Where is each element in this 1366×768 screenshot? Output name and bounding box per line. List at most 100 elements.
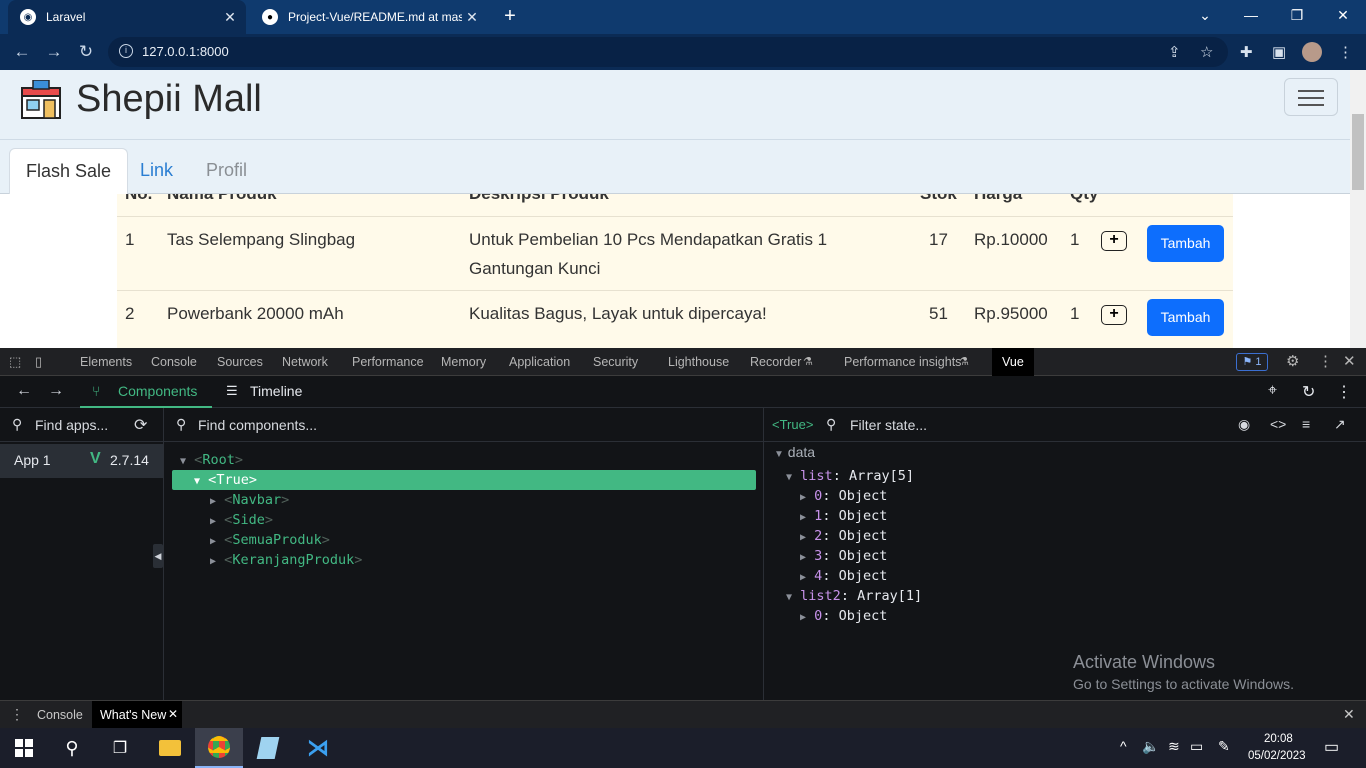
filter-state-input[interactable]: Filter state...: [850, 417, 927, 433]
settings-gear-icon[interactable]: ⚙: [1286, 348, 1299, 376]
search-icon[interactable]: ⚲: [48, 728, 96, 768]
external-link-icon[interactable]: ↗: [1334, 416, 1346, 433]
scrollbar-thumb[interactable]: [1352, 114, 1364, 190]
pen-icon[interactable]: ✎: [1218, 738, 1230, 755]
state-row[interactable]: ▶ 3: Object: [800, 546, 887, 566]
minimize-icon[interactable]: —: [1228, 0, 1274, 30]
tab-timeline[interactable]: ☰ Timeline: [226, 376, 316, 408]
devtools-tab-network[interactable]: Network: [282, 348, 328, 376]
address-bar[interactable]: i 127.0.0.1:8000 ⇪ ☆: [108, 37, 1228, 67]
tab-link[interactable]: Link: [124, 148, 189, 194]
state-row[interactable]: ▶ 4: Object: [800, 566, 887, 586]
devtools-tab-lighthouse[interactable]: Lighthouse: [668, 348, 729, 376]
tambah-button[interactable]: Tambah: [1147, 299, 1224, 336]
tab-components[interactable]: ⑂ Components: [80, 376, 212, 408]
file-explorer-icon[interactable]: [146, 728, 194, 768]
drawer-tab-console[interactable]: Console: [37, 708, 83, 722]
state-row[interactable]: ▼ list2: Array[1]: [786, 586, 922, 606]
devtools-tab-console[interactable]: Console: [151, 348, 197, 376]
increase-qty-button[interactable]: +: [1101, 231, 1127, 251]
data-section-header[interactable]: ▼ data: [774, 442, 815, 462]
devtools-tab-security[interactable]: Security: [593, 348, 638, 376]
network-icon[interactable]: ≋: [1168, 738, 1180, 755]
devtools-tab-vue[interactable]: Vue: [992, 348, 1034, 376]
notification-icon[interactable]: ▭: [1324, 737, 1339, 757]
notepad-app-icon[interactable]: [244, 728, 292, 768]
tree-node[interactable]: ▶ <Side>: [210, 510, 273, 530]
menu-icon[interactable]: ⋮: [1338, 43, 1353, 61]
bookmark-star-icon[interactable]: ☆: [1200, 43, 1213, 61]
battery-icon[interactable]: ▭: [1190, 738, 1203, 755]
navbar-toggler-button[interactable]: [1284, 78, 1338, 116]
devtools-tab-memory[interactable]: Memory: [441, 348, 486, 376]
page-scrollbar[interactable]: [1350, 70, 1366, 348]
back-icon[interactable]: ←: [16, 382, 32, 400]
brand-name[interactable]: Shepii Mall: [76, 78, 262, 121]
close-tab-icon[interactable]: ✕: [220, 9, 240, 26]
target-select-icon[interactable]: ⌖: [1268, 382, 1277, 400]
tree-node[interactable]: ▶ <SemuaProduk>: [210, 530, 330, 550]
browser-tab-github[interactable]: ● Project-Vue/README.md at mast ✕: [250, 0, 488, 34]
inspect-element-icon[interactable]: ⬚: [9, 348, 21, 376]
devtools-tab-performance[interactable]: Performance: [352, 348, 424, 376]
increase-qty-button[interactable]: +: [1101, 305, 1127, 325]
close-window-icon[interactable]: ✕: [1320, 0, 1366, 30]
forward-icon[interactable]: →: [42, 40, 66, 64]
inspect-dom-icon[interactable]: <>: [1270, 416, 1286, 432]
app-list-item[interactable]: App 1 V 2.7.14: [0, 444, 163, 478]
share-icon[interactable]: ⇪: [1168, 43, 1181, 61]
find-apps-input[interactable]: Find apps...: [35, 417, 108, 433]
close-tab-icon[interactable]: ✕: [168, 707, 178, 721]
extensions-icon[interactable]: ✚: [1240, 43, 1253, 61]
tab-flash-sale[interactable]: Flash Sale: [9, 148, 129, 194]
site-info-icon[interactable]: i: [119, 44, 133, 58]
close-devtools-icon[interactable]: ✕: [1343, 348, 1356, 376]
state-row[interactable]: ▶ 0: Object: [800, 606, 887, 626]
clock-date[interactable]: 05/02/2023: [1248, 750, 1306, 762]
tree-node[interactable]: ▶ <Navbar>: [210, 490, 289, 510]
find-components-input[interactable]: Find components...: [198, 417, 317, 433]
devtools-tab-sources[interactable]: Sources: [217, 348, 263, 376]
devtools-tab-elements[interactable]: Elements: [80, 348, 132, 376]
tree-node[interactable]: ▼ <Root>: [180, 450, 243, 470]
refresh-icon[interactable]: ↻: [1302, 382, 1315, 402]
show-hidden-icons-icon[interactable]: ^: [1120, 738, 1127, 754]
more-options-icon[interactable]: ⋮: [1336, 382, 1352, 402]
back-icon[interactable]: ←: [10, 40, 34, 64]
tree-node[interactable]: ▶ <KeranjangProduk>: [210, 550, 362, 570]
restore-icon[interactable]: ❐: [1274, 0, 1320, 30]
device-toolbar-icon[interactable]: ▯: [35, 348, 42, 376]
tab-search-icon[interactable]: ⌄: [1182, 0, 1228, 30]
open-in-editor-icon[interactable]: ≡: [1302, 416, 1310, 432]
devtools-tab-performance-insights[interactable]: Performance insights: [844, 348, 961, 376]
devtools-tab-recorder[interactable]: Recorder: [750, 348, 801, 376]
close-tab-icon[interactable]: ✕: [462, 9, 482, 26]
state-row[interactable]: ▼ list: Array[5]: [786, 466, 914, 486]
forward-icon[interactable]: →: [48, 382, 64, 400]
volume-icon[interactable]: 🔈: [1142, 738, 1159, 755]
tab-profil[interactable]: Profil: [190, 148, 263, 194]
reload-icon[interactable]: ↻: [74, 40, 98, 64]
drawer-menu-icon[interactable]: ⋮: [10, 706, 24, 723]
vscode-icon[interactable]: ⋊: [294, 728, 342, 768]
state-row[interactable]: ▶ 2: Object: [800, 526, 887, 546]
close-drawer-icon[interactable]: ✕: [1343, 706, 1355, 723]
scroll-to-component-icon[interactable]: ◉: [1238, 416, 1250, 433]
chrome-taskbar-icon[interactable]: [195, 728, 243, 768]
devtools-tab-application[interactable]: Application: [509, 348, 570, 376]
tree-node-selected[interactable]: ▼ <True>: [172, 470, 756, 490]
refresh-apps-icon[interactable]: ⟳: [134, 415, 147, 435]
profile-avatar[interactable]: [1302, 42, 1322, 62]
drawer-tab-whats-new[interactable]: What's New ✕: [92, 701, 182, 728]
clock-time[interactable]: 20:08: [1264, 733, 1293, 745]
side-panel-icon[interactable]: ▣: [1272, 43, 1286, 61]
issues-badge[interactable]: ⚑ 1: [1236, 353, 1268, 371]
state-row[interactable]: ▶ 0: Object: [800, 486, 887, 506]
state-row[interactable]: ▶ 1: Object: [800, 506, 887, 526]
new-tab-icon[interactable]: +: [500, 6, 520, 26]
browser-tab-laravel[interactable]: ◉ Laravel ✕: [8, 0, 246, 34]
collapse-panel-icon[interactable]: ◀: [153, 544, 163, 568]
windows-start-icon[interactable]: [0, 728, 48, 768]
task-view-icon[interactable]: ❐: [96, 728, 144, 768]
more-options-icon[interactable]: ⋮: [1318, 348, 1333, 376]
